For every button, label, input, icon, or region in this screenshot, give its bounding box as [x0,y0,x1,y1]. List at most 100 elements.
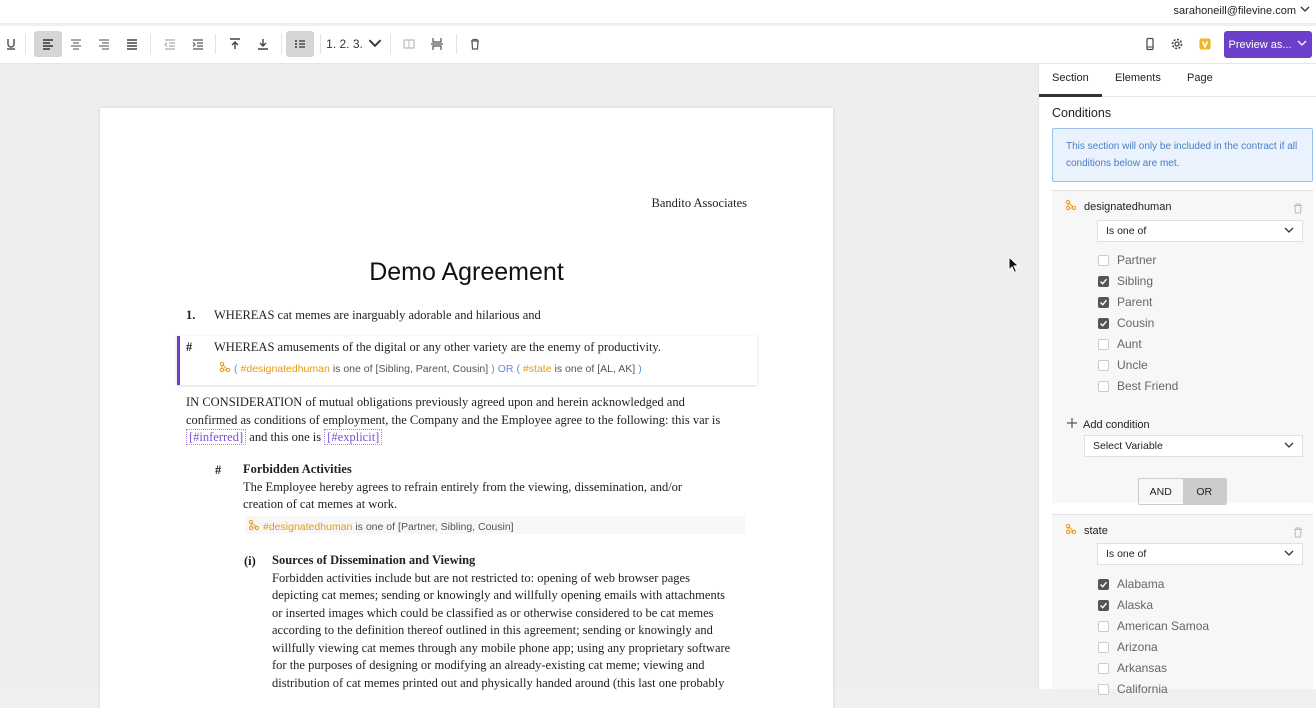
paragraph-line: IN CONSIDERATION of mutual obligations p… [186,395,685,409]
and-button[interactable]: AND [1139,479,1183,504]
checkbox[interactable] [1098,254,1109,266]
preview-label: Preview as... [1228,38,1292,51]
toolbar-divider [215,34,216,54]
condition-join: OR [497,362,514,375]
operator-value: Is one of [1106,225,1147,237]
option-best-friend[interactable]: Best Friend [1098,379,1178,393]
section-number: # [186,340,193,354]
option-label: Arizona [1117,640,1158,654]
option-partner[interactable]: Partner [1098,253,1156,267]
section-text[interactable]: WHEREAS cat memes are inarguably adorabl… [214,307,541,325]
document-page[interactable]: Bandito Associates Demo Agreement 1. WHE… [100,108,833,708]
variable-inferred[interactable]: [#inferred] [186,429,247,445]
operator-select[interactable]: Is one of [1097,543,1303,565]
consideration-paragraph[interactable]: IN CONSIDERATION of mutual obligations p… [186,394,756,447]
option-aunt[interactable]: Aunt [1098,337,1142,351]
paragraph-line: creation of cat memes at work. [243,497,398,511]
checkbox[interactable] [1098,620,1109,632]
preview-as-button[interactable]: Preview as... [1224,31,1312,58]
option-alabama[interactable]: Alabama [1098,577,1164,591]
toolbar-divider [25,34,26,54]
option-arizona[interactable]: Arizona [1098,640,1158,654]
toolbar-divider [320,34,321,54]
section-condition[interactable]: ( #designatedhuman is one of [Sibling, P… [219,361,642,376]
checkbox[interactable] [1098,275,1109,287]
checkbox[interactable] [1098,359,1109,371]
outdent-icon[interactable] [158,31,182,57]
option-parent[interactable]: Parent [1098,295,1152,309]
option-cousin[interactable]: Cousin [1098,316,1154,330]
checkbox[interactable] [1098,338,1109,350]
align-right-icon[interactable] [92,31,116,57]
option-label: Cousin [1117,316,1155,330]
option-label: California [1117,682,1168,696]
move-down-icon[interactable] [251,31,275,57]
option-alaska[interactable]: Alaska [1098,598,1153,612]
variable-explicit[interactable]: [#explicit] [324,429,383,445]
option-california[interactable]: California [1098,682,1168,696]
align-center-icon[interactable] [64,31,88,57]
condition-paren: ) [491,362,495,375]
mobile-view-icon[interactable] [1140,31,1160,57]
list-style-dropdown[interactable]: 1. 2. 3. [326,31,382,57]
section-condition[interactable]: #designatedhuman is one of [Partner, Sib… [248,519,514,534]
section-heading: Sources of Dissemination and Viewing [272,553,476,567]
option-sibling[interactable]: Sibling [1098,274,1153,288]
mouse-cursor-icon [1008,255,1020,279]
condition-variable: #designatedhuman [240,362,330,375]
condition-variable-name: designatedhuman [1084,200,1172,213]
tab-elements[interactable]: Elements [1115,72,1161,84]
checkbox[interactable] [1098,662,1109,674]
forbidden-activities-section[interactable]: Forbidden Activities The Employee hereby… [243,461,753,514]
or-button[interactable]: OR [1182,479,1226,504]
user-menu[interactable]: sarahoneill@filevine.com [1174,4,1310,17]
indent-icon[interactable] [186,31,210,57]
delete-icon[interactable] [464,31,486,57]
trash-icon[interactable] [1293,525,1303,538]
select-variable-label: Select Variable [1093,440,1163,452]
sources-section[interactable]: Sources of Dissemination and Viewing For… [272,552,762,692]
checkbox[interactable] [1098,683,1109,695]
checkbox[interactable] [1098,296,1109,308]
bulleted-list-icon[interactable] [286,31,314,57]
split-section-icon[interactable] [398,31,420,57]
move-up-icon[interactable] [223,31,247,57]
option-label: Alabama [1117,577,1165,591]
paragraph-line: according to the definition thereof outl… [272,623,713,637]
toolbar-divider [150,34,151,54]
operator-select[interactable]: Is one of [1097,220,1303,242]
chevron-down-icon [1300,4,1310,17]
underline-icon[interactable] [2,31,20,57]
checkbox[interactable] [1098,317,1109,329]
tab-page[interactable]: Page [1187,72,1213,84]
checkbox[interactable] [1098,578,1109,590]
align-left-icon[interactable] [34,31,62,57]
trash-icon[interactable] [1293,201,1303,214]
option-label: Alaska [1117,598,1154,612]
checkbox[interactable] [1098,641,1109,653]
condition-card: state Is one of Alabama Alaska American … [1052,514,1313,696]
section-text[interactable]: WHEREAS amusements of the digital or any… [214,339,661,357]
paragraph-line: depicting cat memes; sending or knowingl… [272,588,726,602]
select-variable-dropdown[interactable]: Select Variable [1084,435,1303,457]
document-title[interactable]: Demo Agreement [100,258,833,287]
gear-icon[interactable] [1167,31,1187,57]
tab-section[interactable]: Section [1052,72,1089,84]
condition-operator: is one of [554,362,595,375]
checkbox[interactable] [1098,599,1109,611]
page-break-icon[interactable] [426,31,448,57]
paragraph-line: or inserted images which could be classi… [272,605,714,620]
checkbox[interactable] [1098,380,1109,392]
active-tab-indicator [1039,94,1102,97]
option-arkansas[interactable]: Arkansas [1098,661,1167,675]
option-uncle[interactable]: Uncle [1098,358,1148,372]
document-canvas[interactable]: Bandito Associates Demo Agreement 1. WHE… [0,64,1038,708]
chevron-down-icon [1284,548,1294,561]
option-label: Partner [1117,253,1157,267]
app-logo-icon[interactable] [1194,31,1216,57]
align-justify-icon[interactable] [120,31,144,57]
option-american-samoa[interactable]: American Samoa [1098,619,1209,633]
company-name[interactable]: Bandito Associates [652,196,747,211]
paragraph-line: confirmed as conditions of employment, t… [186,412,721,427]
add-condition-button[interactable]: Add condition [1067,418,1150,431]
